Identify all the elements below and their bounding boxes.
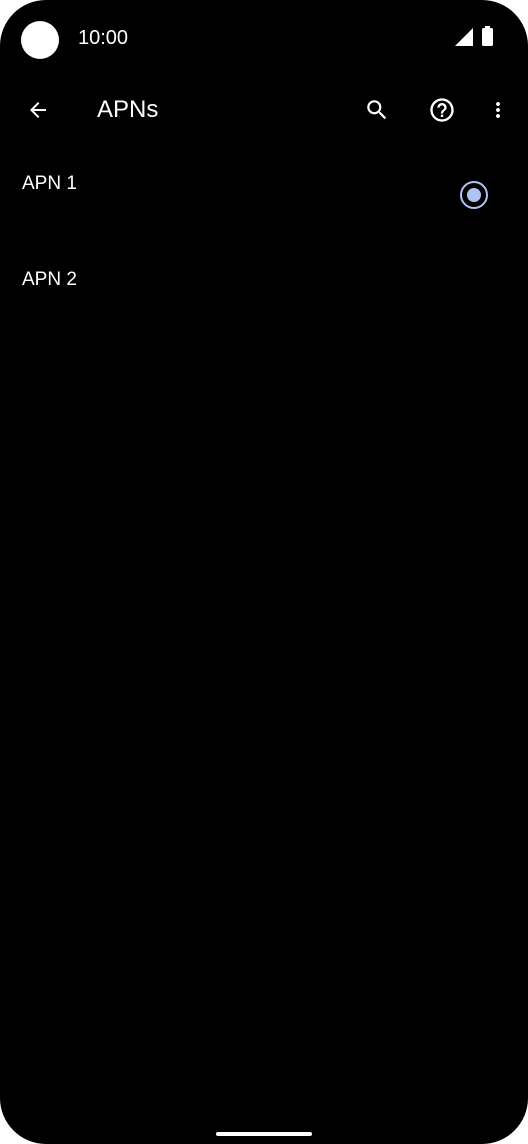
apn-item-label: APN 1 bbox=[22, 173, 77, 194]
phone-screen: 10:00 APNs APN 1 APN 2 bbox=[0, 0, 528, 1144]
app-bar: APNs bbox=[0, 80, 528, 140]
apn-item-2[interactable]: APN 2 bbox=[0, 242, 528, 338]
cellular-signal-icon bbox=[455, 28, 473, 46]
gesture-navigation-bar[interactable] bbox=[216, 1132, 312, 1136]
radio-dot bbox=[467, 188, 481, 202]
page-title: APNs bbox=[97, 96, 159, 123]
help-icon bbox=[430, 98, 454, 122]
search-button[interactable] bbox=[353, 86, 401, 134]
apn-list: APN 1 APN 2 bbox=[0, 146, 528, 338]
apn-item-label: APN 2 bbox=[22, 269, 77, 290]
status-bar: 10:00 bbox=[0, 0, 528, 76]
battery-icon bbox=[482, 26, 493, 46]
back-arrow-icon bbox=[30, 102, 46, 118]
back-button[interactable] bbox=[14, 86, 62, 134]
more-vert-icon bbox=[496, 102, 500, 118]
help-button[interactable] bbox=[418, 86, 466, 134]
apn-item-1[interactable]: APN 1 bbox=[0, 146, 528, 242]
camera-cutout bbox=[21, 21, 59, 59]
status-clock: 10:00 bbox=[78, 27, 129, 49]
more-options-button[interactable] bbox=[474, 86, 522, 134]
search-icon bbox=[367, 100, 387, 120]
apn-radio-selected[interactable] bbox=[460, 181, 488, 209]
